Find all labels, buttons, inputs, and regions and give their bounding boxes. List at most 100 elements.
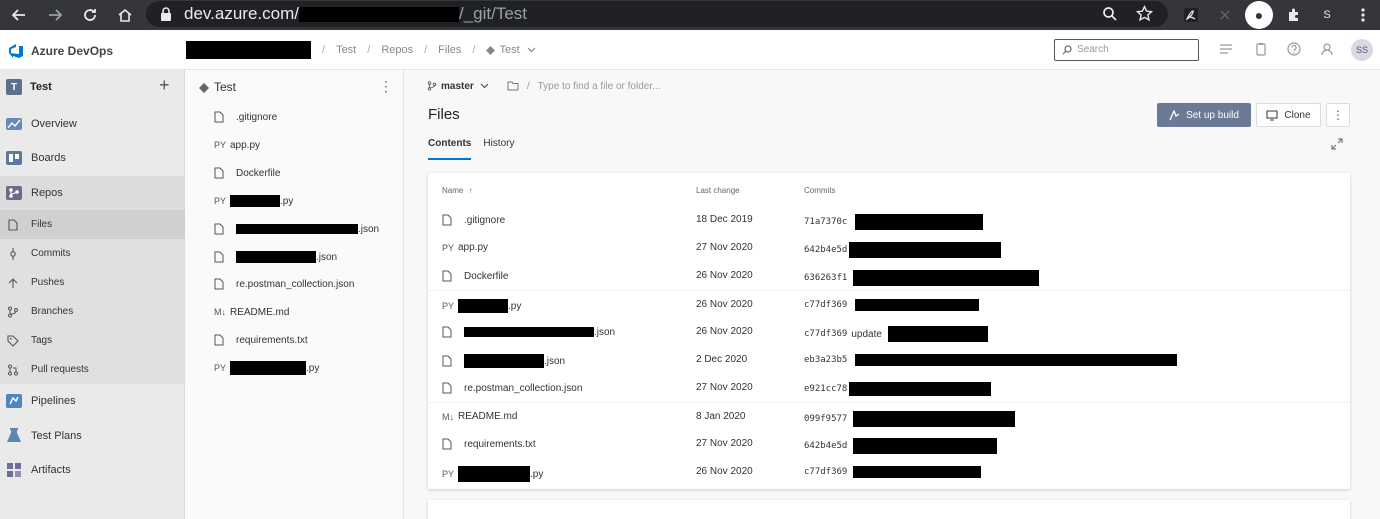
file-name-cell[interactable]: PY .py [442, 299, 521, 313]
chevron-down-icon[interactable] [527, 47, 536, 53]
help-icon[interactable] [1287, 42, 1303, 58]
commit-hash[interactable]: eb3a23b5 [804, 355, 847, 365]
clone-button[interactable]: Clone [1256, 103, 1321, 127]
tree-item[interactable]: M↓ README.md [214, 302, 289, 322]
tree-item[interactable]: PY app.py [214, 135, 260, 155]
commit-cell[interactable]: eb3a23b5 [804, 354, 1178, 366]
tree-item[interactable]: Dockerfile [214, 163, 280, 183]
commit-hash[interactable]: c77df369 [804, 467, 847, 477]
commit-hash[interactable]: 636263f1 [804, 273, 847, 283]
table-row[interactable]: .gitignore 18 Dec 2019 71a7370c [428, 206, 1350, 234]
table-row[interactable]: re.postman_collection.json 27 Nov 2020 e… [428, 374, 1350, 402]
commit-hash[interactable]: c77df369 [804, 300, 847, 310]
commit-hash[interactable]: c77df369 [804, 329, 847, 339]
record-extension-icon[interactable]: ● [1245, 1, 1273, 29]
table-row[interactable]: .json 2 Dec 2020 eb3a23b5 [428, 346, 1350, 374]
more-options-icon[interactable]: ⋮ [379, 78, 393, 95]
file-name-cell[interactable]: PY .py [442, 466, 543, 482]
tab-contents[interactable]: Contents [428, 138, 472, 160]
user-settings-icon[interactable] [1321, 42, 1337, 58]
tree-item[interactable]: .gitignore [214, 107, 277, 127]
clipboard-icon[interactable] [1254, 42, 1270, 58]
file-name-cell[interactable]: .json [442, 326, 615, 338]
commit-hash[interactable]: 642b4e5d [804, 441, 847, 451]
project-selector[interactable]: T Test + [0, 70, 185, 104]
commit-hash[interactable]: e921cc78 [804, 384, 847, 394]
add-icon[interactable]: + [159, 75, 170, 96]
commit-cell[interactable]: 642b4e5d [804, 438, 998, 454]
nav-repos[interactable]: Repos [0, 176, 185, 210]
work-items-icon[interactable] [1219, 42, 1235, 58]
puzzle-extensions-icon[interactable] [1283, 4, 1305, 26]
tree-item[interactable]: .json [214, 247, 337, 267]
bookmark-star-icon[interactable] [1136, 5, 1153, 22]
column-header-commits[interactable]: Commits [804, 186, 836, 195]
browser-menu-icon[interactable] [1352, 4, 1374, 26]
nav-repos-commits[interactable]: Commits [0, 239, 185, 268]
tree-item[interactable]: .json [214, 219, 379, 239]
nav-pipelines[interactable]: Pipelines [0, 384, 185, 418]
table-row[interactable]: PY .py 26 Nov 2020 c77df369 [428, 458, 1350, 486]
commit-hash[interactable]: 099f9577 [804, 414, 847, 424]
extension-x-icon[interactable] [1214, 4, 1236, 26]
commit-cell[interactable]: c77df369 [804, 466, 982, 478]
set-up-build-button[interactable]: Set up build [1157, 103, 1251, 127]
file-name-cell[interactable]: Dockerfile [442, 270, 508, 282]
column-header-last-change[interactable]: Last change [696, 186, 740, 195]
tree-item[interactable]: requirements.txt [214, 330, 308, 350]
tab-history[interactable]: History [483, 138, 514, 160]
commit-cell[interactable]: 099f9577 [804, 411, 1016, 427]
tree-item[interactable]: re.postman_collection.json [214, 274, 354, 294]
nav-artifacts[interactable]: Artifacts [0, 453, 185, 487]
forward-arrow-icon[interactable] [44, 4, 66, 26]
commit-cell[interactable]: c77df369 update [804, 326, 988, 342]
commit-cell[interactable]: e921cc78 [804, 382, 992, 396]
commit-hash[interactable]: 642b4e5d [804, 245, 847, 255]
nav-overview[interactable]: Overview [0, 107, 185, 141]
reload-icon[interactable] [79, 4, 101, 26]
commit-cell[interactable]: c77df369 [804, 299, 980, 311]
file-name-cell[interactable]: M↓ README.md [442, 411, 517, 422]
commit-cell[interactable]: 642b4e5d [804, 242, 1002, 258]
nav-boards[interactable]: Boards [0, 141, 185, 175]
chevron-down-icon[interactable] [480, 83, 489, 89]
table-row[interactable]: M↓ README.md 8 Jan 2020 099f9577 [428, 402, 1350, 430]
pdf-extension-icon[interactable] [1180, 4, 1202, 26]
zoom-icon[interactable] [1102, 6, 1118, 22]
file-name-cell[interactable]: .json [442, 354, 565, 368]
branch-selector[interactable]: master [441, 81, 474, 92]
breadcrumb-project[interactable]: Test [336, 44, 356, 56]
column-header-name[interactable]: Name ↑ [442, 186, 473, 195]
brand-name[interactable]: Azure DevOps [31, 44, 113, 58]
nav-repos-pushes[interactable]: Pushes [0, 268, 185, 297]
expand-icon[interactable] [1331, 138, 1343, 150]
project-name[interactable]: Test [30, 81, 52, 93]
breadcrumb-files[interactable]: Files [438, 44, 461, 56]
commit-hash[interactable]: 71a7370c [804, 217, 847, 227]
commit-cell[interactable]: 636263f1 [804, 270, 1040, 286]
table-row[interactable]: PY .py 26 Nov 2020 c77df369 [428, 290, 1350, 318]
nav-repos-pull-requests[interactable]: Pull requests [0, 355, 185, 384]
file-name-cell[interactable]: .gitignore [442, 214, 505, 226]
breadcrumb-repos[interactable]: Repos [381, 44, 413, 56]
tree-root[interactable]: Test [199, 80, 236, 94]
azure-devops-logo-icon[interactable] [8, 43, 24, 59]
table-row[interactable]: .json 26 Nov 2020 c77df369 update [428, 318, 1350, 346]
file-name-cell[interactable]: re.postman_collection.json [442, 382, 582, 394]
nav-test-plans[interactable]: Test Plans [0, 419, 185, 453]
table-row[interactable]: requirements.txt 27 Nov 2020 642b4e5d [428, 430, 1350, 458]
nav-repos-tags[interactable]: Tags [0, 326, 185, 355]
address-bar[interactable]: dev.azure.com/ /_git/Test [146, 1, 1168, 27]
nav-repos-branches[interactable]: Branches [0, 297, 185, 326]
search-input[interactable]: Search [1054, 39, 1199, 61]
back-arrow-icon[interactable] [8, 4, 30, 26]
breadcrumb-repo[interactable]: Test [499, 44, 519, 56]
home-icon[interactable] [114, 4, 136, 26]
more-actions-button[interactable]: ⋮ [1326, 103, 1350, 127]
nav-repos-files[interactable]: Files [0, 210, 185, 239]
tree-item[interactable]: PY .py [214, 358, 319, 378]
tree-item[interactable]: PY .py [214, 191, 293, 211]
path-search-input[interactable]: Type to find a file or folder... [538, 81, 661, 92]
table-row[interactable]: Dockerfile 26 Nov 2020 636263f1 [428, 262, 1350, 290]
lock-icon[interactable] [160, 7, 172, 21]
